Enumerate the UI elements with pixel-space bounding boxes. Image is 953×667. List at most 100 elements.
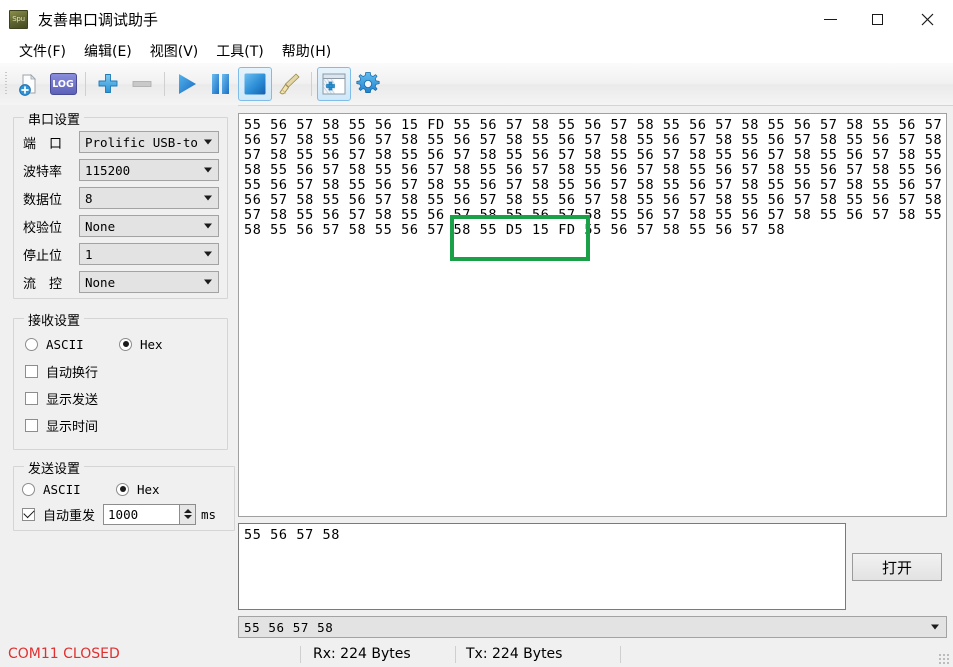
- receive-ascii-radio[interactable]: [25, 337, 38, 351]
- clear-broom-icon: [279, 73, 300, 95]
- menu-help[interactable]: 帮助(H): [273, 39, 340, 63]
- new-window-button[interactable]: [317, 67, 351, 101]
- clear-button[interactable]: [272, 67, 306, 101]
- databits-label: 数据位: [23, 192, 63, 208]
- menu-view[interactable]: 视图(V): [141, 39, 208, 63]
- toolbar-separator-2: [164, 72, 165, 96]
- databits-select[interactable]: 8: [79, 187, 219, 209]
- send-ascii-radio[interactable]: [22, 482, 35, 496]
- auto-resend-label: 自动重发: [43, 508, 96, 524]
- hex-line: 58 55 56 57 58 55 56 57 58 55 D5 15 FD 5…: [244, 222, 786, 238]
- radio-dot-icon: [122, 341, 129, 347]
- window-controls: [807, 0, 953, 38]
- toolbar-separator-3: [311, 72, 312, 96]
- pause-button[interactable]: [204, 67, 238, 101]
- hex-line: 55 56 57 58 55 56 15 FD 55 56 57 58 55 5…: [244, 117, 947, 133]
- hex-line: 58 55 56 57 58 55 56 57 58 55 56 57 58 5…: [244, 162, 947, 178]
- auto-wrap-checkbox[interactable]: [25, 364, 38, 378]
- flowcontrol-label: 流 控: [23, 276, 63, 292]
- send-input-area[interactable]: 55 56 57 58: [238, 523, 846, 610]
- send-hex-radio[interactable]: [116, 482, 129, 496]
- send-history-value: 55 56 57 58: [244, 619, 334, 635]
- chevron-down-icon: [204, 279, 212, 285]
- title-bar: Spu 友善串口调试助手: [0, 0, 953, 39]
- minimize-button[interactable]: [807, 0, 854, 38]
- new-file-button[interactable]: [12, 67, 46, 101]
- new-window-icon: [322, 73, 346, 95]
- send-hex-label: Hex: [137, 481, 160, 497]
- settings-button[interactable]: [351, 67, 385, 101]
- settings-gear-icon: [356, 72, 380, 93]
- resend-interval-value: 1000: [108, 506, 139, 522]
- chevron-down-icon: [204, 139, 212, 145]
- hex-line: 57 58 55 56 57 58 55 56 57 58 55 56 57 5…: [244, 207, 947, 223]
- resend-interval-unit: ms: [201, 506, 217, 522]
- send-input-value: 55 56 57 58: [244, 527, 341, 543]
- baudrate-select[interactable]: 115200: [79, 159, 219, 181]
- remove-icon: [132, 81, 152, 87]
- receive-settings-group: 接收设置 ASCII Hex 自动换行 显示发送 显示时间: [13, 310, 228, 450]
- play-icon: [179, 74, 196, 94]
- chevron-down-icon: [204, 223, 212, 229]
- parity-select[interactable]: None: [79, 215, 219, 237]
- close-icon: [921, 13, 933, 25]
- receive-ascii-label: ASCII: [46, 336, 84, 352]
- log-button[interactable]: LOG: [46, 67, 80, 101]
- close-button[interactable]: [901, 0, 953, 38]
- add-button[interactable]: [91, 67, 125, 101]
- receive-hex-label: Hex: [140, 336, 163, 352]
- menu-edit[interactable]: 编辑(E): [75, 39, 141, 63]
- parity-select-value: None: [85, 218, 116, 234]
- baudrate-label: 波特率: [23, 164, 63, 180]
- auto-resend-checkbox[interactable]: [22, 506, 35, 521]
- maximize-button[interactable]: [854, 0, 901, 38]
- maximize-icon: [872, 13, 883, 25]
- send-settings-group: 发送设置 ASCII Hex 自动重发 1000 ms: [13, 458, 235, 531]
- play-button[interactable]: [170, 67, 204, 101]
- port-label: 端 口: [23, 136, 63, 152]
- app-icon: Spu: [9, 9, 28, 29]
- port-select-value: Prolific USB-to: [85, 134, 198, 150]
- status-bar: COM11 CLOSED Rx: 224 Bytes Tx: 224 Bytes: [0, 641, 953, 667]
- send-history-combo[interactable]: 55 56 57 58: [238, 616, 947, 638]
- stopbits-select[interactable]: 1: [79, 243, 219, 265]
- show-send-label: 显示发送: [46, 392, 99, 408]
- hex-line: 56 57 58 55 56 57 58 55 56 57 58 55 56 5…: [244, 132, 947, 148]
- pause-icon: [212, 74, 229, 94]
- receive-hex-radio[interactable]: [119, 337, 132, 351]
- receive-data-area[interactable]: 55 56 57 58 55 56 15 FD 55 56 57 58 55 5…: [238, 113, 947, 517]
- hex-line: 55 56 57 58 55 56 57 58 55 56 57 58 55 5…: [244, 177, 947, 193]
- stop-icon: [244, 73, 266, 95]
- stepper-down-icon[interactable]: [183, 515, 192, 519]
- resend-interval-stepper[interactable]: 1000: [103, 503, 197, 525]
- stepper-up-icon[interactable]: [183, 509, 192, 513]
- hex-line: 57 58 55 56 57 58 55 56 57 58 55 56 57 5…: [244, 147, 947, 163]
- send-settings-title: 发送设置: [24, 458, 85, 477]
- resize-grip[interactable]: [938, 653, 950, 665]
- status-separator: [300, 646, 301, 663]
- stopbits-select-value: 1: [85, 246, 93, 262]
- hex-line: 56 57 58 55 56 57 58 55 56 57 58 55 56 5…: [244, 192, 947, 208]
- stepper-buttons[interactable]: [179, 504, 196, 524]
- window-title: 友善串口调试助手: [38, 10, 159, 29]
- show-time-checkbox[interactable]: [25, 418, 38, 432]
- port-select[interactable]: Prolific USB-to: [79, 131, 219, 153]
- menu-file[interactable]: 文件(F): [10, 39, 75, 63]
- application-window: Spu 友善串口调试助手 文件(F) 编辑(E) 视图(V) 工具(T) 帮助(…: [0, 0, 953, 667]
- stopbits-label: 停止位: [23, 248, 63, 264]
- stop-button[interactable]: [238, 67, 272, 101]
- open-port-button[interactable]: 打开: [852, 553, 942, 581]
- open-port-button-label: 打开: [881, 558, 912, 577]
- menu-tools[interactable]: 工具(T): [207, 39, 272, 63]
- chevron-down-icon: [931, 624, 939, 630]
- receive-settings-title: 接收设置: [24, 310, 85, 329]
- flowcontrol-select[interactable]: None: [79, 271, 219, 293]
- port-settings-title: 串口设置: [24, 109, 85, 128]
- connection-status: COM11 CLOSED: [8, 646, 120, 662]
- rx-counter: Rx: 224 Bytes: [313, 646, 411, 662]
- send-ascii-label: ASCII: [43, 481, 81, 497]
- toolbar-grip[interactable]: [3, 72, 10, 96]
- baudrate-select-value: 115200: [85, 162, 131, 178]
- show-send-checkbox[interactable]: [25, 391, 38, 405]
- show-time-label: 显示时间: [46, 419, 99, 435]
